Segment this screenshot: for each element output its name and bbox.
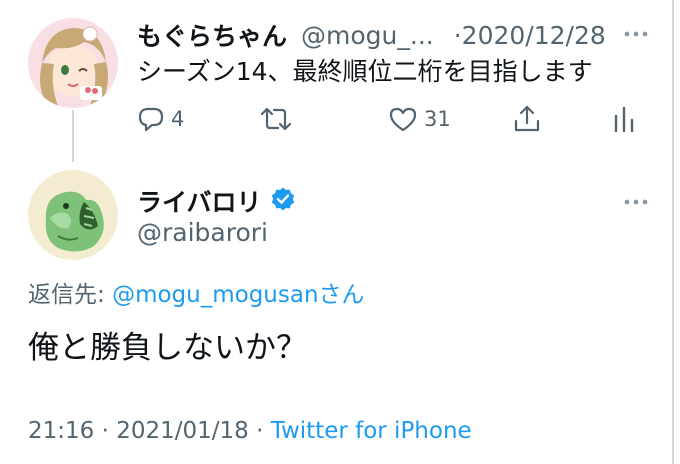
- reply-icon: [137, 105, 165, 133]
- tweet-metadata: 21:16 · 2021/01/18 · Twitter for iPhone: [28, 418, 472, 444]
- like-button[interactable]: 31: [388, 104, 451, 134]
- reply-avatar-image: [28, 170, 118, 260]
- more-icon[interactable]: [618, 22, 654, 46]
- verified-badge-icon: [262, 186, 296, 216]
- reply-tweet-text: 俺と勝負しないか？: [28, 330, 307, 366]
- analytics-icon: [612, 104, 636, 134]
- thread-line: [72, 110, 74, 162]
- share-button[interactable]: [512, 104, 542, 134]
- like-count: 31: [424, 107, 451, 131]
- replying-to-mention[interactable]: @mogu_mogusanさん: [112, 282, 364, 308]
- share-icon: [512, 104, 542, 134]
- reply-avatar[interactable]: [28, 170, 118, 260]
- reply-count: 4: [171, 107, 185, 131]
- retweet-button[interactable]: [258, 104, 300, 134]
- reply-button[interactable]: 4: [137, 104, 184, 134]
- analytics-button[interactable]: [612, 104, 636, 134]
- tweet-timestamp[interactable]: 21:16 · 2021/01/18 ·: [28, 418, 271, 444]
- tweet-date[interactable]: ·2020/12/28: [454, 21, 606, 50]
- avatar[interactable]: [28, 18, 118, 108]
- tweet-source-link[interactable]: Twitter for iPhone: [271, 418, 472, 444]
- parent-tweet[interactable]: もぐらちゃん @mogu_... ·2020/12/28 シーズン14、最終順位…: [0, 0, 680, 170]
- replying-to-label: 返信先:: [28, 282, 113, 308]
- reply-more-icon[interactable]: [618, 190, 654, 214]
- reply-display-name[interactable]: ライバロリ: [137, 183, 262, 219]
- display-name[interactable]: もぐらちゃん: [137, 17, 287, 53]
- reply-header: ライバロリ: [137, 183, 296, 219]
- replying-to: 返信先: @mogu_mogusanさん: [28, 275, 365, 309]
- heart-icon: [388, 105, 418, 133]
- retweet-icon: [258, 105, 294, 133]
- user-handle[interactable]: @mogu_...: [301, 21, 434, 50]
- tweet-text: シーズン14、最終順位二桁を目指します: [137, 57, 593, 86]
- tweet-header: もぐらちゃん @mogu_... ·2020/12/28: [137, 17, 606, 53]
- reply-user-handle[interactable]: @raibarori: [137, 218, 268, 247]
- avatar-image: [28, 18, 118, 108]
